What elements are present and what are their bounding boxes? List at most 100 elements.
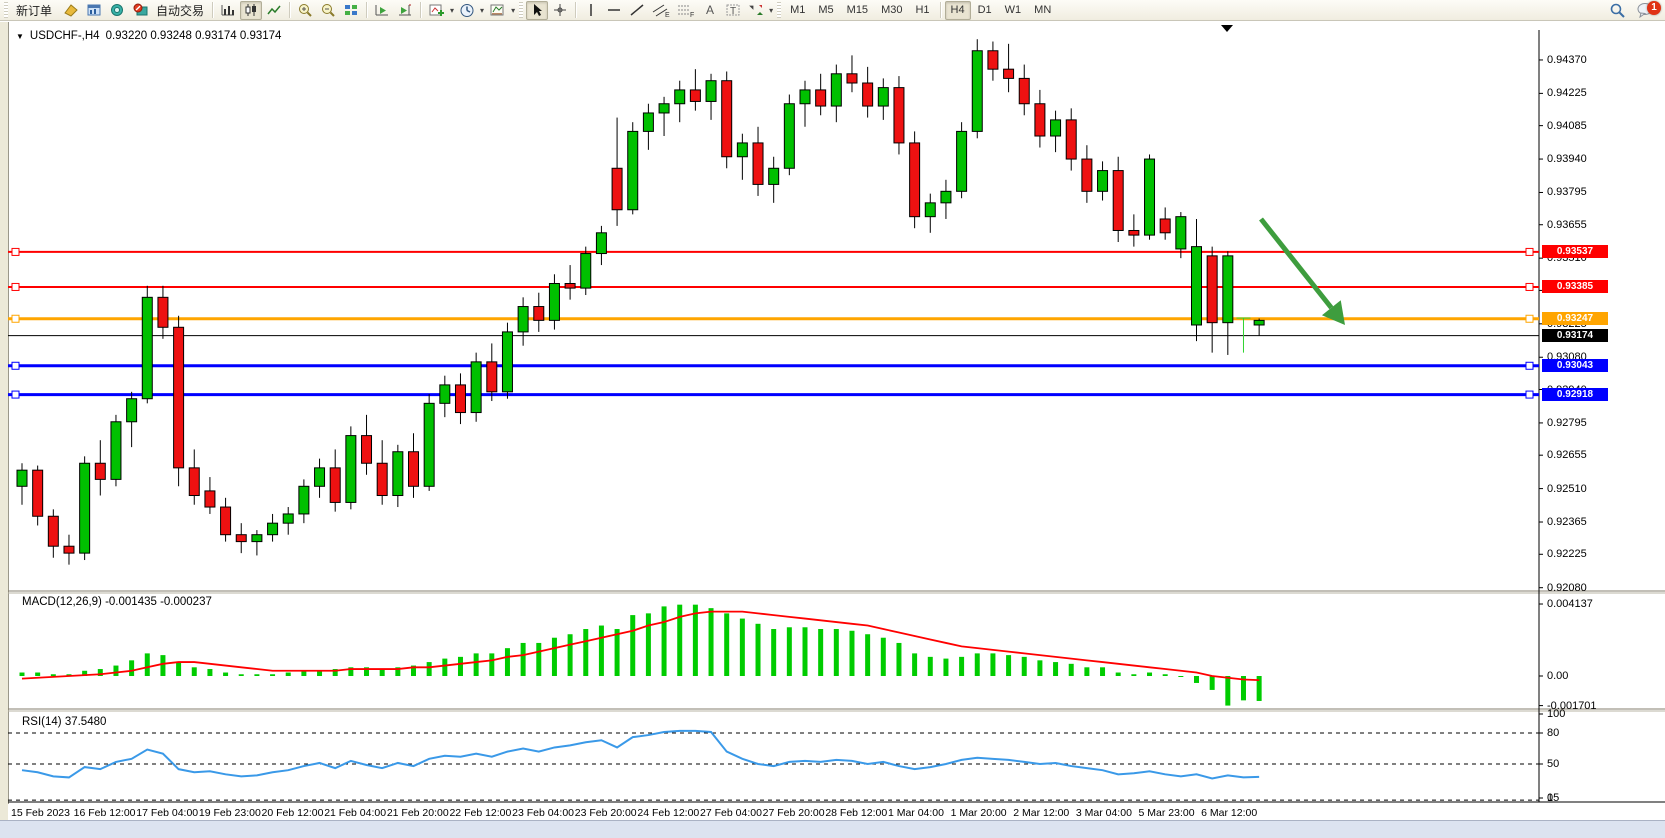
auto-trading-icon[interactable]	[129, 1, 153, 20]
candlestick-chart-icon[interactable]	[240, 1, 262, 20]
periods-icon[interactable]	[456, 1, 478, 20]
price-line-badge[interactable]: 0.92918	[1542, 388, 1608, 401]
chart-shift-marker	[1221, 25, 1233, 32]
timeframe-button-mn[interactable]: MN	[1028, 1, 1057, 20]
time-axis-label: 17 Feb 04:00	[136, 807, 198, 819]
notification-badge[interactable]: 1	[1647, 1, 1661, 15]
macd-histogram-bar	[207, 669, 212, 676]
price-tick-label: 0.92365	[1547, 516, 1587, 528]
toolbar-grip[interactable]	[4, 2, 8, 18]
timeframe-button-m5[interactable]: M5	[812, 1, 839, 20]
equidistant-channel-icon[interactable]: E	[649, 1, 673, 20]
chart-plot-area[interactable]: 0.943700.942250.940850.939400.937950.936…	[8, 22, 1665, 820]
time-axis-label: 1 Mar 20:00	[951, 807, 1007, 819]
rsi-axis-label: 80	[1547, 727, 1559, 739]
time-axis-label: 1 Mar 04:00	[888, 807, 944, 819]
timeframe-button-w1[interactable]: W1	[999, 1, 1028, 20]
search-icon[interactable]	[1606, 1, 1629, 20]
candle-body	[424, 403, 434, 486]
crosshair-icon[interactable]	[549, 1, 571, 20]
chart-canvas[interactable]	[8, 22, 1665, 820]
chart-shift-icon[interactable]	[394, 1, 416, 20]
new-order-icon[interactable]	[60, 1, 82, 20]
price-line-badge[interactable]: 0.93247	[1542, 312, 1608, 325]
candle-body	[800, 90, 810, 104]
fibonacci-icon[interactable]: F	[674, 1, 698, 20]
toolbar-separator	[289, 2, 290, 18]
tile-windows-icon[interactable]	[340, 1, 362, 20]
time-axis-label: 23 Feb 20:00	[575, 807, 637, 819]
bar-chart-icon[interactable]	[217, 1, 239, 20]
time-axis-label: 19 Feb 23:00	[199, 807, 261, 819]
text-label-icon[interactable]: T	[722, 1, 744, 20]
price-line-badge[interactable]: 0.93174	[1542, 329, 1608, 342]
zoom-out-icon[interactable]	[317, 1, 339, 20]
toolbar-separator	[366, 2, 367, 18]
candle-body	[894, 88, 904, 143]
indicators-dropdown-icon[interactable]: ▾	[449, 6, 455, 15]
macd-histogram-bar	[849, 631, 854, 676]
macd-histogram-bar	[662, 606, 667, 676]
time-axis-label: 5 Mar 23:00	[1139, 807, 1195, 819]
price-tick-label: 0.92510	[1547, 483, 1587, 495]
macd-histogram-bar	[881, 638, 886, 676]
price-tick-label: 0.92080	[1547, 582, 1587, 594]
templates-dropdown-icon[interactable]: ▾	[510, 6, 516, 15]
timeframe-button-m15[interactable]: M15	[841, 1, 874, 20]
periods-dropdown-icon[interactable]: ▾	[479, 6, 485, 15]
toolbar-separator	[575, 2, 576, 18]
toolbar-grip[interactable]	[519, 2, 523, 18]
time-axis-label: 16 Feb 12:00	[74, 807, 136, 819]
zoom-in-icon[interactable]	[294, 1, 316, 20]
price-tick-label: 0.93795	[1547, 186, 1587, 198]
charts-window-icon[interactable]	[83, 1, 105, 20]
candle-body	[142, 297, 152, 398]
vertical-line-icon[interactable]	[580, 1, 602, 20]
candle-body	[784, 104, 794, 169]
macd-histogram-bar	[427, 662, 432, 676]
candle-body	[690, 90, 700, 102]
candle-body	[628, 131, 638, 209]
toolbar-grip[interactable]	[777, 2, 781, 18]
timeframe-button-d1[interactable]: D1	[972, 1, 998, 20]
price-line-badge[interactable]: 0.93043	[1542, 359, 1608, 372]
price-tick-label: 0.92225	[1547, 548, 1587, 560]
price-line-badge[interactable]: 0.93537	[1542, 245, 1608, 258]
macd-histogram-bar	[286, 673, 291, 676]
candle-body	[252, 535, 262, 542]
price-line-badge[interactable]: 0.93385	[1542, 280, 1608, 293]
cursor-icon[interactable]	[526, 1, 548, 20]
rsi-line	[22, 731, 1259, 779]
candle-body	[283, 514, 293, 523]
time-axis-label: 27 Feb 04:00	[700, 807, 762, 819]
arrows-dropdown-icon[interactable]: ▾	[768, 6, 774, 15]
horizontal-line-icon[interactable]	[603, 1, 625, 20]
arrows-icon[interactable]	[745, 1, 767, 20]
candle-body	[972, 51, 982, 132]
templates-icon[interactable]	[486, 1, 509, 20]
candle-body	[487, 362, 497, 392]
annotation-arrow	[1261, 219, 1331, 308]
svg-text:F: F	[690, 12, 694, 18]
line-chart-icon[interactable]	[263, 1, 285, 20]
macd-histogram-bar	[474, 653, 479, 676]
time-axis-label: 6 Mar 12:00	[1201, 807, 1257, 819]
text-icon[interactable]: A	[699, 1, 721, 20]
timeframe-button-h1[interactable]: H1	[909, 1, 935, 20]
timeframe-button-m1[interactable]: M1	[784, 1, 811, 20]
signal-icon[interactable]	[106, 1, 128, 20]
indicators-icon[interactable]	[425, 1, 448, 20]
macd-histogram-bar	[1210, 676, 1215, 690]
candle-body	[1129, 230, 1139, 235]
timeframe-button-h4[interactable]: H4	[945, 1, 971, 20]
auto-scroll-icon[interactable]	[371, 1, 393, 20]
candle-body	[1082, 159, 1092, 191]
candle-body	[205, 491, 215, 507]
candle-body	[330, 468, 340, 503]
candle-body	[1035, 104, 1045, 136]
price-tick-label: 0.94085	[1547, 120, 1587, 132]
new-order-button[interactable]: 新订单	[11, 1, 59, 20]
candle-body	[1019, 78, 1029, 103]
timeframe-button-m30[interactable]: M30	[875, 1, 908, 20]
trendline-icon[interactable]	[626, 1, 648, 20]
